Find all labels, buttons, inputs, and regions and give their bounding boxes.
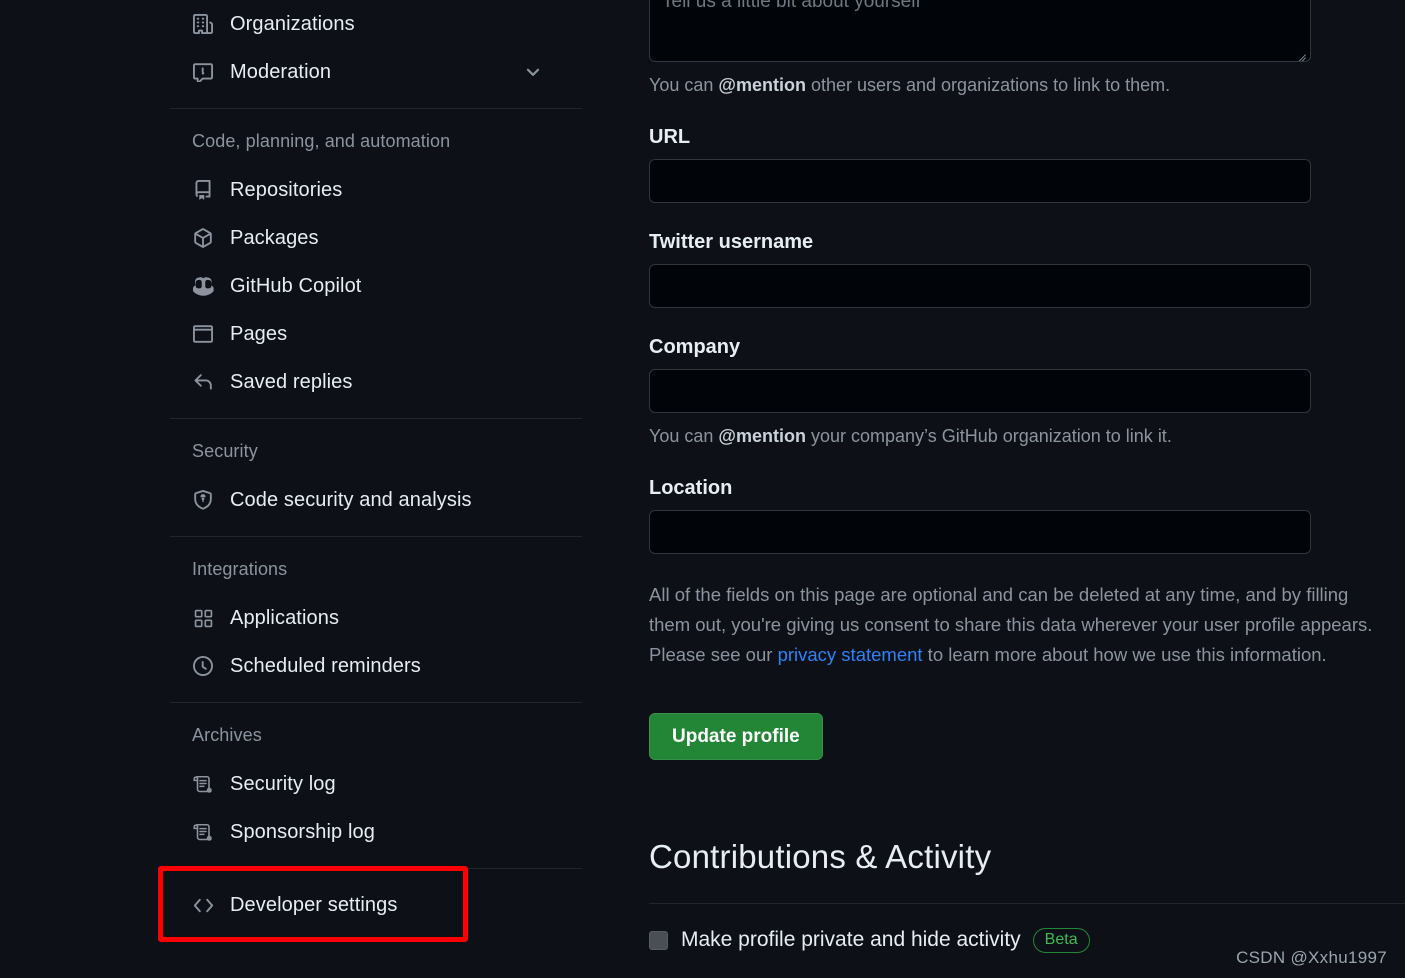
sidebar-group-developer: Developer settings [170,881,582,929]
url-input[interactable] [649,159,1311,204]
sidebar-item-packages[interactable]: Packages [170,214,582,262]
sidebar-item-pages[interactable]: Pages [170,310,582,358]
sidebar-group-code-planning: Code, planning, and automation Repositor… [170,121,582,406]
sidebar-item-label: GitHub Copilot [230,274,362,297]
make-profile-private-checkbox[interactable] [649,930,668,950]
sidebar-item-repositories[interactable]: Repositories [170,166,582,214]
organization-icon [192,13,214,35]
contributions-section-title: Contributions & Activity [649,837,992,875]
sidebar-item-label: Applications [230,606,340,629]
code-brackets-icon [192,894,214,916]
sidebar-item-label: Security log [230,772,336,795]
chevron-down-icon[interactable] [524,63,574,81]
sidebar-group-account: Organizations Moderation [170,0,582,96]
bio-help-suffix: other users and organizations to link to… [805,75,1171,95]
report-icon [192,61,214,83]
bio-help-mention: @mention [718,75,806,95]
sidebar-item-scheduled-reminders[interactable]: Scheduled reminders [170,642,582,690]
make-profile-private-label: Make profile private and hide activity [681,928,1021,952]
sidebar-group-heading: Code, planning, and automation [192,131,451,151]
sidebar-item-label: Moderation [230,60,332,83]
location-label: Location [649,477,733,500]
log-scroll-icon [192,773,214,795]
sidebar-group-heading: Archives [192,725,262,745]
sidebar-group-archives: Archives Security log Sponsorship log [170,715,582,856]
reply-icon [192,371,214,393]
sidebar-item-label: Sponsorship log [230,820,375,843]
settings-sidebar: Organizations Moderation Code, planning,… [170,0,582,929]
apps-grid-icon [192,607,214,629]
sidebar-divider [170,702,582,703]
sidebar-item-label: Developer settings [230,893,398,916]
settings-profile-page: Organizations Moderation Code, planning,… [0,0,1405,978]
package-icon [192,227,214,249]
update-profile-button[interactable]: Update profile [649,712,823,760]
csdn-watermark: CSDN @Xxhu1997 [1236,948,1387,967]
url-label: URL [649,126,691,149]
sidebar-item-github-copilot[interactable]: GitHub Copilot [170,262,582,310]
company-input[interactable] [649,369,1311,414]
sidebar-group-heading: Security [192,441,258,461]
sidebar-group-integrations: Integrations Applications Scheduled remi… [170,549,582,690]
beta-badge: Beta [1032,927,1090,953]
sidebar-item-label: Code security and analysis [230,488,472,511]
company-help-mention: @mention [718,426,806,447]
sidebar-item-moderation[interactable]: Moderation [170,48,582,96]
sidebar-item-organizations[interactable]: Organizations [170,0,582,48]
bio-help-text: You can @mention other users and organiz… [649,72,1405,98]
shield-lock-icon [192,489,214,511]
twitter-username-input[interactable] [649,264,1311,309]
resize-handle-icon[interactable] [1294,46,1306,58]
company-help-text: You can @mention your company’s GitHub o… [649,423,1405,449]
bio-textarea[interactable]: Tell us a little bit about yourself [649,0,1311,62]
consent-text-after: to learn more about how we use this info… [922,644,1327,666]
sidebar-item-security-log[interactable]: Security log [170,760,582,808]
consent-text: All of the fields on this page are optio… [649,580,1389,670]
location-input[interactable] [649,510,1311,555]
company-label: Company [649,336,741,359]
clock-icon [192,655,214,677]
section-divider [649,902,1405,904]
sidebar-divider [170,418,582,419]
sidebar-divider [170,108,582,109]
sidebar-group-security: Security Code security and analysis [170,431,582,524]
sidebar-item-label: Organizations [230,12,355,35]
privacy-statement-link[interactable]: privacy statement [778,644,923,665]
sidebar-item-label: Scheduled reminders [230,654,421,677]
profile-form: Tell us a little bit about yourself You … [649,0,1405,953]
sidebar-divider [170,536,582,537]
bio-help-prefix: You can [649,75,719,95]
sidebar-item-sponsorship-log[interactable]: Sponsorship log [170,808,582,856]
bio-placeholder: Tell us a little bit about yourself [662,0,921,12]
sidebar-item-label: Repositories [230,178,343,201]
copilot-icon [192,275,214,297]
twitter-label: Twitter username [649,231,814,254]
sidebar-item-label: Packages [230,226,319,249]
sidebar-divider [170,868,582,869]
sidebar-item-label: Pages [230,322,288,345]
repo-icon [192,179,214,201]
sidebar-group-heading: Integrations [192,559,288,579]
sidebar-item-code-security-and-analysis[interactable]: Code security and analysis [170,476,582,524]
sidebar-item-label: Saved replies [230,370,353,393]
browser-icon [192,323,214,345]
sidebar-item-applications[interactable]: Applications [170,594,582,642]
company-help-suffix: your company’s GitHub organization to li… [805,426,1172,447]
sidebar-item-developer-settings[interactable]: Developer settings [170,881,582,929]
log-scroll-icon [192,821,214,843]
company-help-prefix: You can [649,426,719,447]
sidebar-item-saved-replies[interactable]: Saved replies [170,358,582,406]
